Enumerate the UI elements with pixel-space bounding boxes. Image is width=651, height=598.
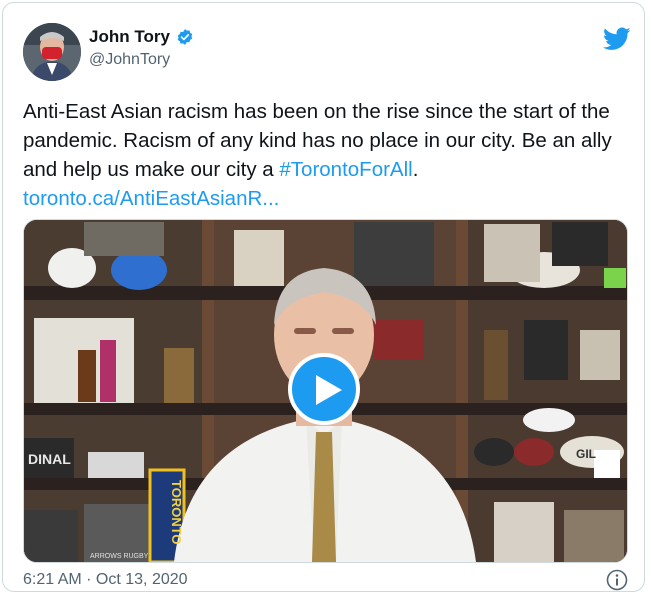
scene-banner-text: ARROWS RUGBY [90, 553, 149, 560]
info-icon[interactable] [606, 569, 628, 591]
author-handle[interactable]: @JohnTory [89, 51, 194, 69]
tweet-body-text-end: . [412, 158, 419, 181]
video-player[interactable]: DINAL TORONTO GIL ARROWS RUGBY [23, 219, 628, 563]
tweet-timestamp[interactable]: 6:21 AM · Oct 13, 2020 [23, 571, 188, 589]
scene-scarf-text: TORONTO [169, 480, 184, 545]
play-icon [316, 375, 342, 405]
verified-badge-icon [176, 28, 194, 46]
scene-ball-text: GIL [576, 447, 596, 461]
tweet-text: Anti-East Asian racism has been on the r… [23, 97, 628, 213]
author-names: John Tory @JohnTory [89, 27, 194, 69]
tweet-header: John Tory @JohnTory [23, 23, 633, 83]
author-avatar[interactable] [23, 23, 81, 81]
hashtag-link[interactable]: #TorontoForAll [279, 158, 412, 181]
twitter-bird-icon[interactable] [602, 27, 631, 51]
tweet-footer: 6:21 AM · Oct 13, 2020 [23, 569, 628, 593]
tweet-url-link[interactable]: toronto.ca/AntiEastAsianR... [23, 187, 279, 210]
author-display-name[interactable]: John Tory [89, 27, 170, 47]
play-button[interactable] [288, 353, 360, 425]
tweet-card[interactable]: John Tory @JohnTory Anti-East Asian raci… [2, 2, 645, 592]
scene-sign-text: DINAL [28, 451, 71, 467]
